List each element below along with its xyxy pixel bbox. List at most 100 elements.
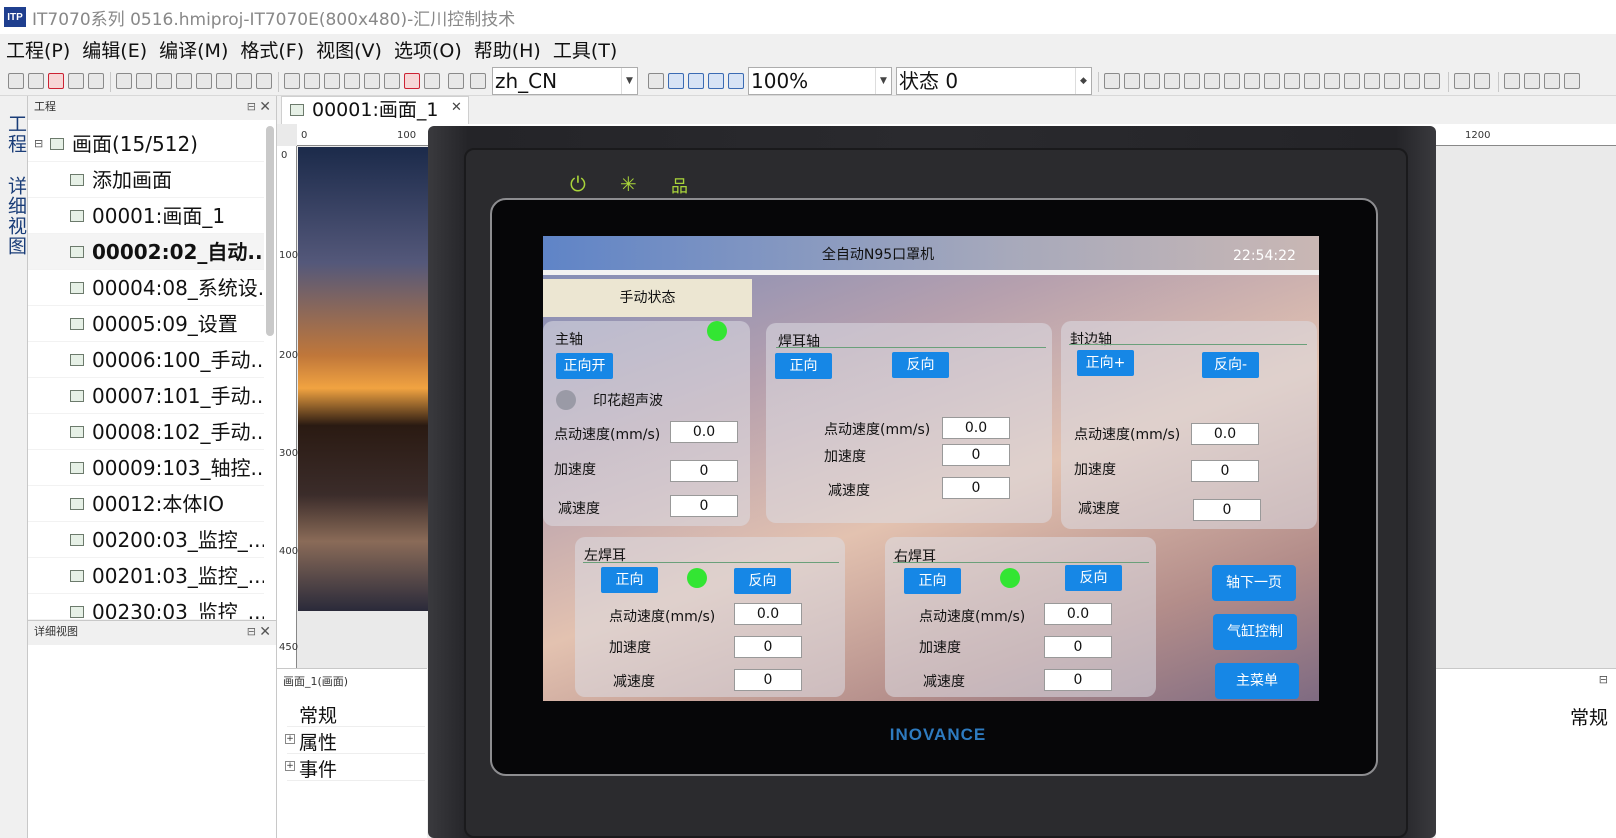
device-icon[interactable] [448,73,464,89]
menu-edit[interactable]: 编辑(E) [76,36,153,66]
jog-speed-field[interactable]: 0.0 [1044,603,1112,625]
accel-field[interactable]: 0 [734,636,802,658]
same-size-icon[interactable] [1304,73,1320,89]
main-forward-button[interactable]: 正向开 [556,353,613,379]
same-height-icon[interactable] [1284,73,1300,89]
network-tool-icon[interactable] [470,73,486,89]
tree-item[interactable]: 00201:03_监控_... [28,558,264,594]
seal-forward-button[interactable]: 正向+ [1077,350,1134,376]
zoom-in-icon[interactable] [708,73,724,89]
rotate-right-icon[interactable] [1344,73,1360,89]
zoom-out-icon[interactable] [728,73,744,89]
tree-item[interactable]: 00230:03_监控_... [28,594,264,620]
expand-icon[interactable]: + [285,761,295,771]
jog-speed-field[interactable]: 0.0 [942,417,1010,439]
collapse-icon[interactable]: ⊟ [34,126,43,161]
pin-icon[interactable]: ⊟ [247,96,256,118]
ungroup-icon[interactable] [1424,73,1440,89]
menu-help[interactable]: 帮助(H) [468,36,547,66]
language-select[interactable]: zh_CN ▼ [492,67,638,95]
align-top-icon[interactable] [1164,73,1180,89]
menu-project[interactable]: 工程(P) [0,36,76,66]
transfer-icon[interactable] [424,73,440,89]
align-right-icon[interactable] [1144,73,1160,89]
stop-icon[interactable] [404,73,420,89]
find-icon[interactable] [256,73,272,89]
distribute-v-icon[interactable] [1244,73,1260,89]
redo-icon[interactable] [136,73,152,89]
flip-v-icon[interactable] [1384,73,1400,89]
save-icon[interactable] [68,73,84,89]
copy-icon[interactable] [176,73,192,89]
replace-icon[interactable] [236,73,252,89]
restore-icon[interactable]: ⊟ [1599,673,1608,686]
cylinder-control-button[interactable]: 气缸控制 [1213,614,1297,650]
download-icon[interactable] [344,73,360,89]
align-left-icon[interactable] [1104,73,1120,89]
same-width-icon[interactable] [1264,73,1280,89]
weld-reverse-button[interactable]: 反向 [892,352,949,378]
align-bottom-icon[interactable] [1204,73,1220,89]
jog-speed-field[interactable]: 0.0 [1191,423,1259,445]
weld-forward-button[interactable]: 正向 [775,353,832,379]
tree-item[interactable]: 00012:本体IO [28,486,264,522]
group-icon[interactable] [1404,73,1420,89]
tree-item[interactable]: 00007:101_手动... [28,378,264,414]
tab-detail-view[interactable]: 详细视图 [3,176,30,256]
open-folder-icon[interactable] [28,73,44,89]
tree-item-selected[interactable]: 00002:02_自动... [28,234,264,270]
menu-compile[interactable]: 编译(M) [153,36,234,66]
left-ear-reverse-button[interactable]: 反向 [734,568,791,594]
accel-field[interactable]: 0 [1044,636,1112,658]
lock-icon[interactable] [1454,73,1470,89]
decel-field[interactable]: 0 [1193,499,1261,521]
right-ear-reverse-button[interactable]: 反向 [1065,565,1122,591]
prop-general[interactable]: 常规 [287,701,425,727]
upload-icon[interactable] [364,73,380,89]
jog-speed-field[interactable]: 0.0 [670,421,738,443]
menu-view[interactable]: 视图(V) [310,36,388,66]
tree-scrollbar[interactable] [266,126,274,336]
offline-sim-icon[interactable] [324,73,340,89]
rotate-left-icon[interactable] [1324,73,1340,89]
axis-next-page-button[interactable]: 轴下一页 [1212,565,1296,601]
accel-field[interactable]: 0 [942,444,1010,466]
tree-root-screens[interactable]: ⊟ 画面(15/512) [28,126,264,162]
snap-icon[interactable] [688,73,704,89]
decel-field[interactable]: 0 [1044,669,1112,691]
tree-item[interactable]: 00009:103_轴控... [28,450,264,486]
send-back-icon[interactable] [1524,73,1540,89]
paste-icon[interactable] [196,73,212,89]
delete-icon[interactable] [216,73,232,89]
close-icon[interactable]: ✕ [259,96,271,118]
decel-field[interactable]: 0 [734,669,802,691]
layer-down-icon[interactable] [1564,73,1580,89]
decel-field[interactable]: 0 [942,477,1010,499]
expand-icon[interactable]: + [285,734,295,744]
undo-icon[interactable] [116,73,132,89]
tree-item[interactable]: 00006:100_手动... [28,342,264,378]
new-file-icon[interactable] [8,73,24,89]
prop-events[interactable]: + 事件 [285,755,425,781]
tree-item[interactable]: 添加画面 [28,162,264,198]
accel-field[interactable]: 0 [670,460,738,482]
pin-icon[interactable]: ⊟ [247,621,256,643]
tree-item[interactable]: 00004:08_系统设... [28,270,264,306]
right-ear-forward-button[interactable]: 正向 [904,568,961,594]
state-spinner[interactable]: 状态 0 ◆ [896,67,1092,95]
zoom-select[interactable]: 100% ▼ [748,67,892,95]
tree-item[interactable]: 00200:03_监控_... [28,522,264,558]
flip-h-icon[interactable] [1364,73,1380,89]
bring-front-icon[interactable] [1504,73,1520,89]
print-icon[interactable] [88,73,104,89]
cut-icon[interactable] [156,73,172,89]
accel-field[interactable]: 0 [1191,460,1259,482]
menu-format[interactable]: 格式(F) [234,36,310,66]
simulate-icon[interactable] [304,73,320,89]
align-middle-icon[interactable] [1184,73,1200,89]
main-menu-button[interactable]: 主菜单 [1215,663,1299,699]
decel-field[interactable]: 0 [670,495,738,517]
layer-up-icon[interactable] [1544,73,1560,89]
close-icon[interactable]: ✕ [259,621,271,643]
close-tab-icon[interactable]: ✕ [451,100,462,115]
